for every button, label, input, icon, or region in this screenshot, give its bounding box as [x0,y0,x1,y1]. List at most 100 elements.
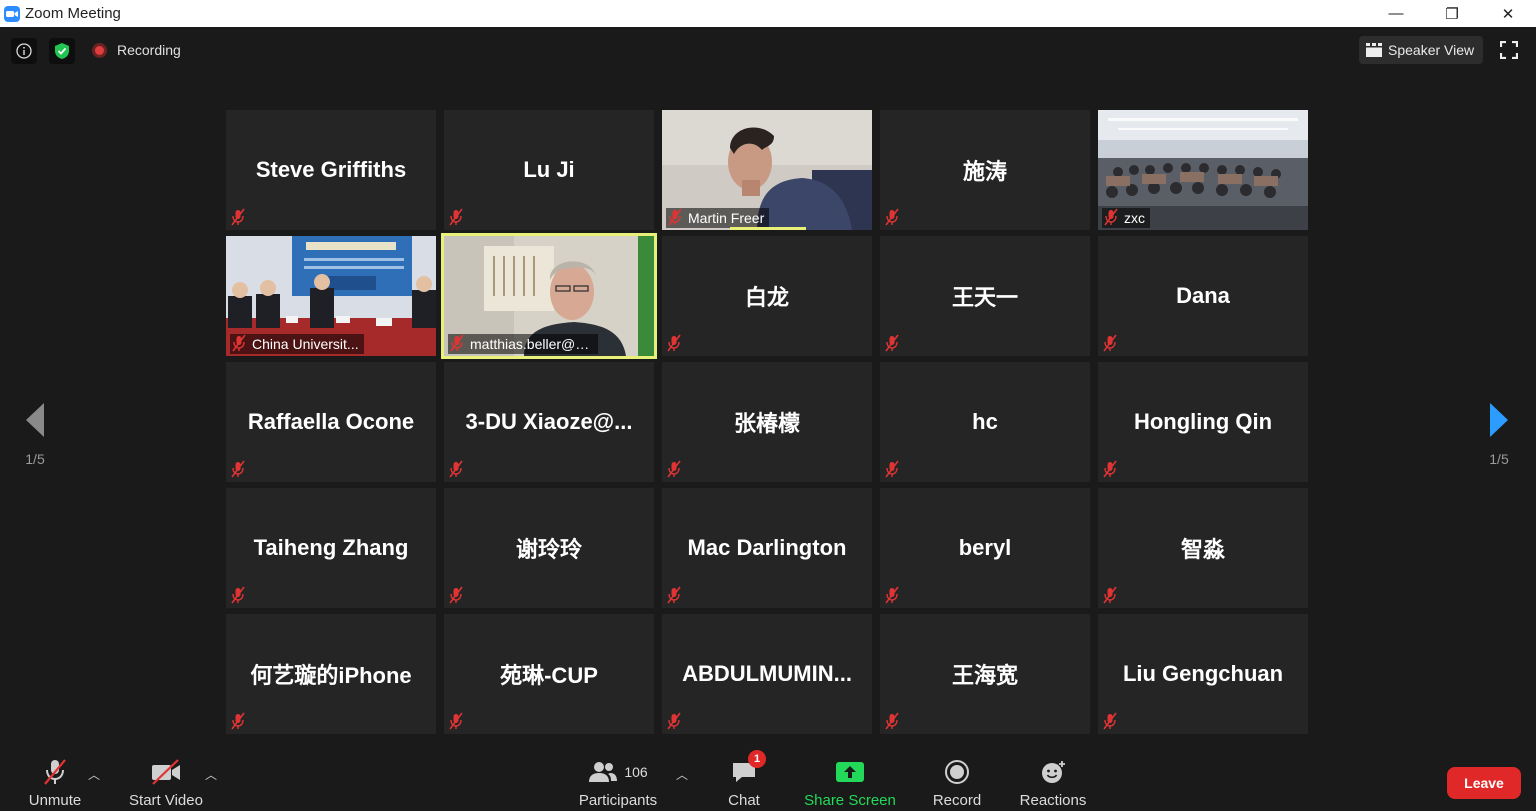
speaker-view-icon [1366,43,1382,57]
participant-name: 智淼 [1180,537,1225,562]
meeting-toolbar: Unmute ︿ Start Video ︿ 106 Participants … [0,750,1536,811]
audio-options-caret[interactable]: ︿ [88,766,100,783]
unmute-button[interactable]: Unmute [24,752,86,811]
participant-tile[interactable]: 王海宽 [880,614,1090,734]
minimize-button[interactable]: — [1368,0,1424,27]
mic-muted-icon [449,334,465,352]
fullscreen-button[interactable] [1498,39,1520,61]
previous-page-button[interactable]: 1/5 [20,402,50,468]
speaker-view-button[interactable]: Speaker View [1359,36,1483,64]
gallery-grid: Steve Griffiths Lu Ji Martin Freer 施涛 zxc Chi… [226,110,1310,734]
participant-name: 苑琳-CUP [500,663,598,688]
participant-tile[interactable]: 苑琳-CUP [444,614,654,734]
mic-muted-icon [666,334,682,352]
participant-name: ABDULMUMIN... [682,661,852,686]
participant-name: Liu Gengchuan [1122,661,1284,686]
participant-name: China Universit... [230,334,364,354]
unmute-label: Unmute [28,792,82,809]
start-video-button[interactable]: Start Video [126,752,206,811]
participant-tile[interactable]: 3-DU Xiaoze@... [444,362,654,482]
mic-muted-icon [884,208,900,226]
mic-muted-icon [884,586,900,604]
participant-name: Raffaella Ocone [247,409,415,434]
mic-muted-icon [230,712,246,730]
participant-tile[interactable]: Liu Gengchuan [1098,614,1308,734]
share-screen-button[interactable]: Share Screen [804,752,896,811]
video-off-icon [152,759,180,785]
participant-name: Steve Griffiths [255,157,407,182]
participant-tile[interactable]: 智淼 [1098,488,1308,608]
reactions-button[interactable]: Reactions [1018,752,1088,811]
participant-tile[interactable]: China Universit... [226,236,436,356]
participant-name: beryl [958,535,1012,560]
participant-name: 谢玲玲 [515,537,582,562]
start-video-label: Start Video [129,792,203,809]
mic-muted-icon [1102,460,1118,478]
video-options-caret[interactable]: ︿ [205,766,217,783]
recording-label: Recording [117,42,181,58]
participant-tile[interactable]: 王天一 [880,236,1090,356]
participant-tile[interactable]: hc [880,362,1090,482]
participants-button[interactable]: 106 Participants [576,752,660,811]
chat-unread-badge: 1 [748,750,766,768]
participant-tile[interactable]: 张椿檬 [662,362,872,482]
participant-tile[interactable]: 谢玲玲 [444,488,654,608]
fullscreen-icon [1500,41,1518,59]
mic-muted-icon [667,208,683,226]
mic-muted-icon [448,586,464,604]
participant-name: matthias.beller@u... [448,334,598,354]
mic-muted-icon [884,334,900,352]
participant-tile[interactable]: 施涛 [880,110,1090,230]
chevron-right-icon [1490,403,1508,437]
chevron-left-icon [26,403,44,437]
participant-name: 张椿檬 [733,411,800,436]
participant-tile[interactable]: Raffaella Ocone [226,362,436,482]
next-page-button[interactable]: 1/5 [1484,402,1514,468]
participants-options-caret[interactable]: ︿ [676,766,688,783]
window-title: Zoom Meeting [25,5,121,22]
mic-muted-icon [1103,208,1119,226]
window-titlebar: Zoom Meeting — ❐ ✕ [0,0,1536,27]
chat-button[interactable]: 1 Chat [724,750,766,811]
participant-tile[interactable]: Martin Freer [662,110,872,230]
mic-muted-icon [231,334,247,352]
participant-name: Taiheng Zhang [253,535,409,560]
participant-tile[interactable]: ABDULMUMIN... [662,614,872,734]
participant-name: Dana [1176,283,1230,308]
participant-name: Lu Ji [523,157,575,182]
restore-button[interactable]: ❐ [1424,0,1480,27]
meeting-info-button[interactable] [11,38,37,64]
participant-tile[interactable]: 白龙 [662,236,872,356]
participant-name: 何艺璇的iPhone [250,663,412,688]
shield-icon [55,43,69,59]
zoom-app-icon [4,5,20,22]
mic-muted-icon [230,208,246,226]
page-indicator-left: 1/5 [25,451,45,467]
record-button[interactable]: Record [930,752,984,811]
participant-tile[interactable]: 何艺璇的iPhone [226,614,436,734]
close-button[interactable]: ✕ [1480,0,1536,27]
participant-tile[interactable]: Steve Griffiths [226,110,436,230]
participant-tile[interactable]: Taiheng Zhang [226,488,436,608]
record-icon [945,760,969,784]
encryption-button[interactable] [49,38,75,64]
participant-name: Mac Darlington [687,535,847,560]
mic-muted-icon [1102,334,1118,352]
participant-tile[interactable]: matthias.beller@u... [441,233,657,359]
mic-muted-icon [230,586,246,604]
participant-tile[interactable]: beryl [880,488,1090,608]
participant-tile[interactable]: Hongling Qin [1098,362,1308,482]
mic-muted-icon [666,712,682,730]
mic-muted-icon [448,460,464,478]
participant-tile[interactable]: Dana [1098,236,1308,356]
mic-muted-icon [448,712,464,730]
info-icon [16,43,32,59]
mic-muted-icon [448,208,464,226]
mic-muted-icon [44,759,66,785]
participant-tile[interactable]: Mac Darlington [662,488,872,608]
participant-name: 3-DU Xiaoze@... [465,409,633,434]
leave-button[interactable]: Leave [1447,767,1521,799]
participant-tile[interactable]: zxc [1098,110,1308,230]
recording-indicator[interactable]: Recording [92,42,181,58]
participant-tile[interactable]: Lu Ji [444,110,654,230]
